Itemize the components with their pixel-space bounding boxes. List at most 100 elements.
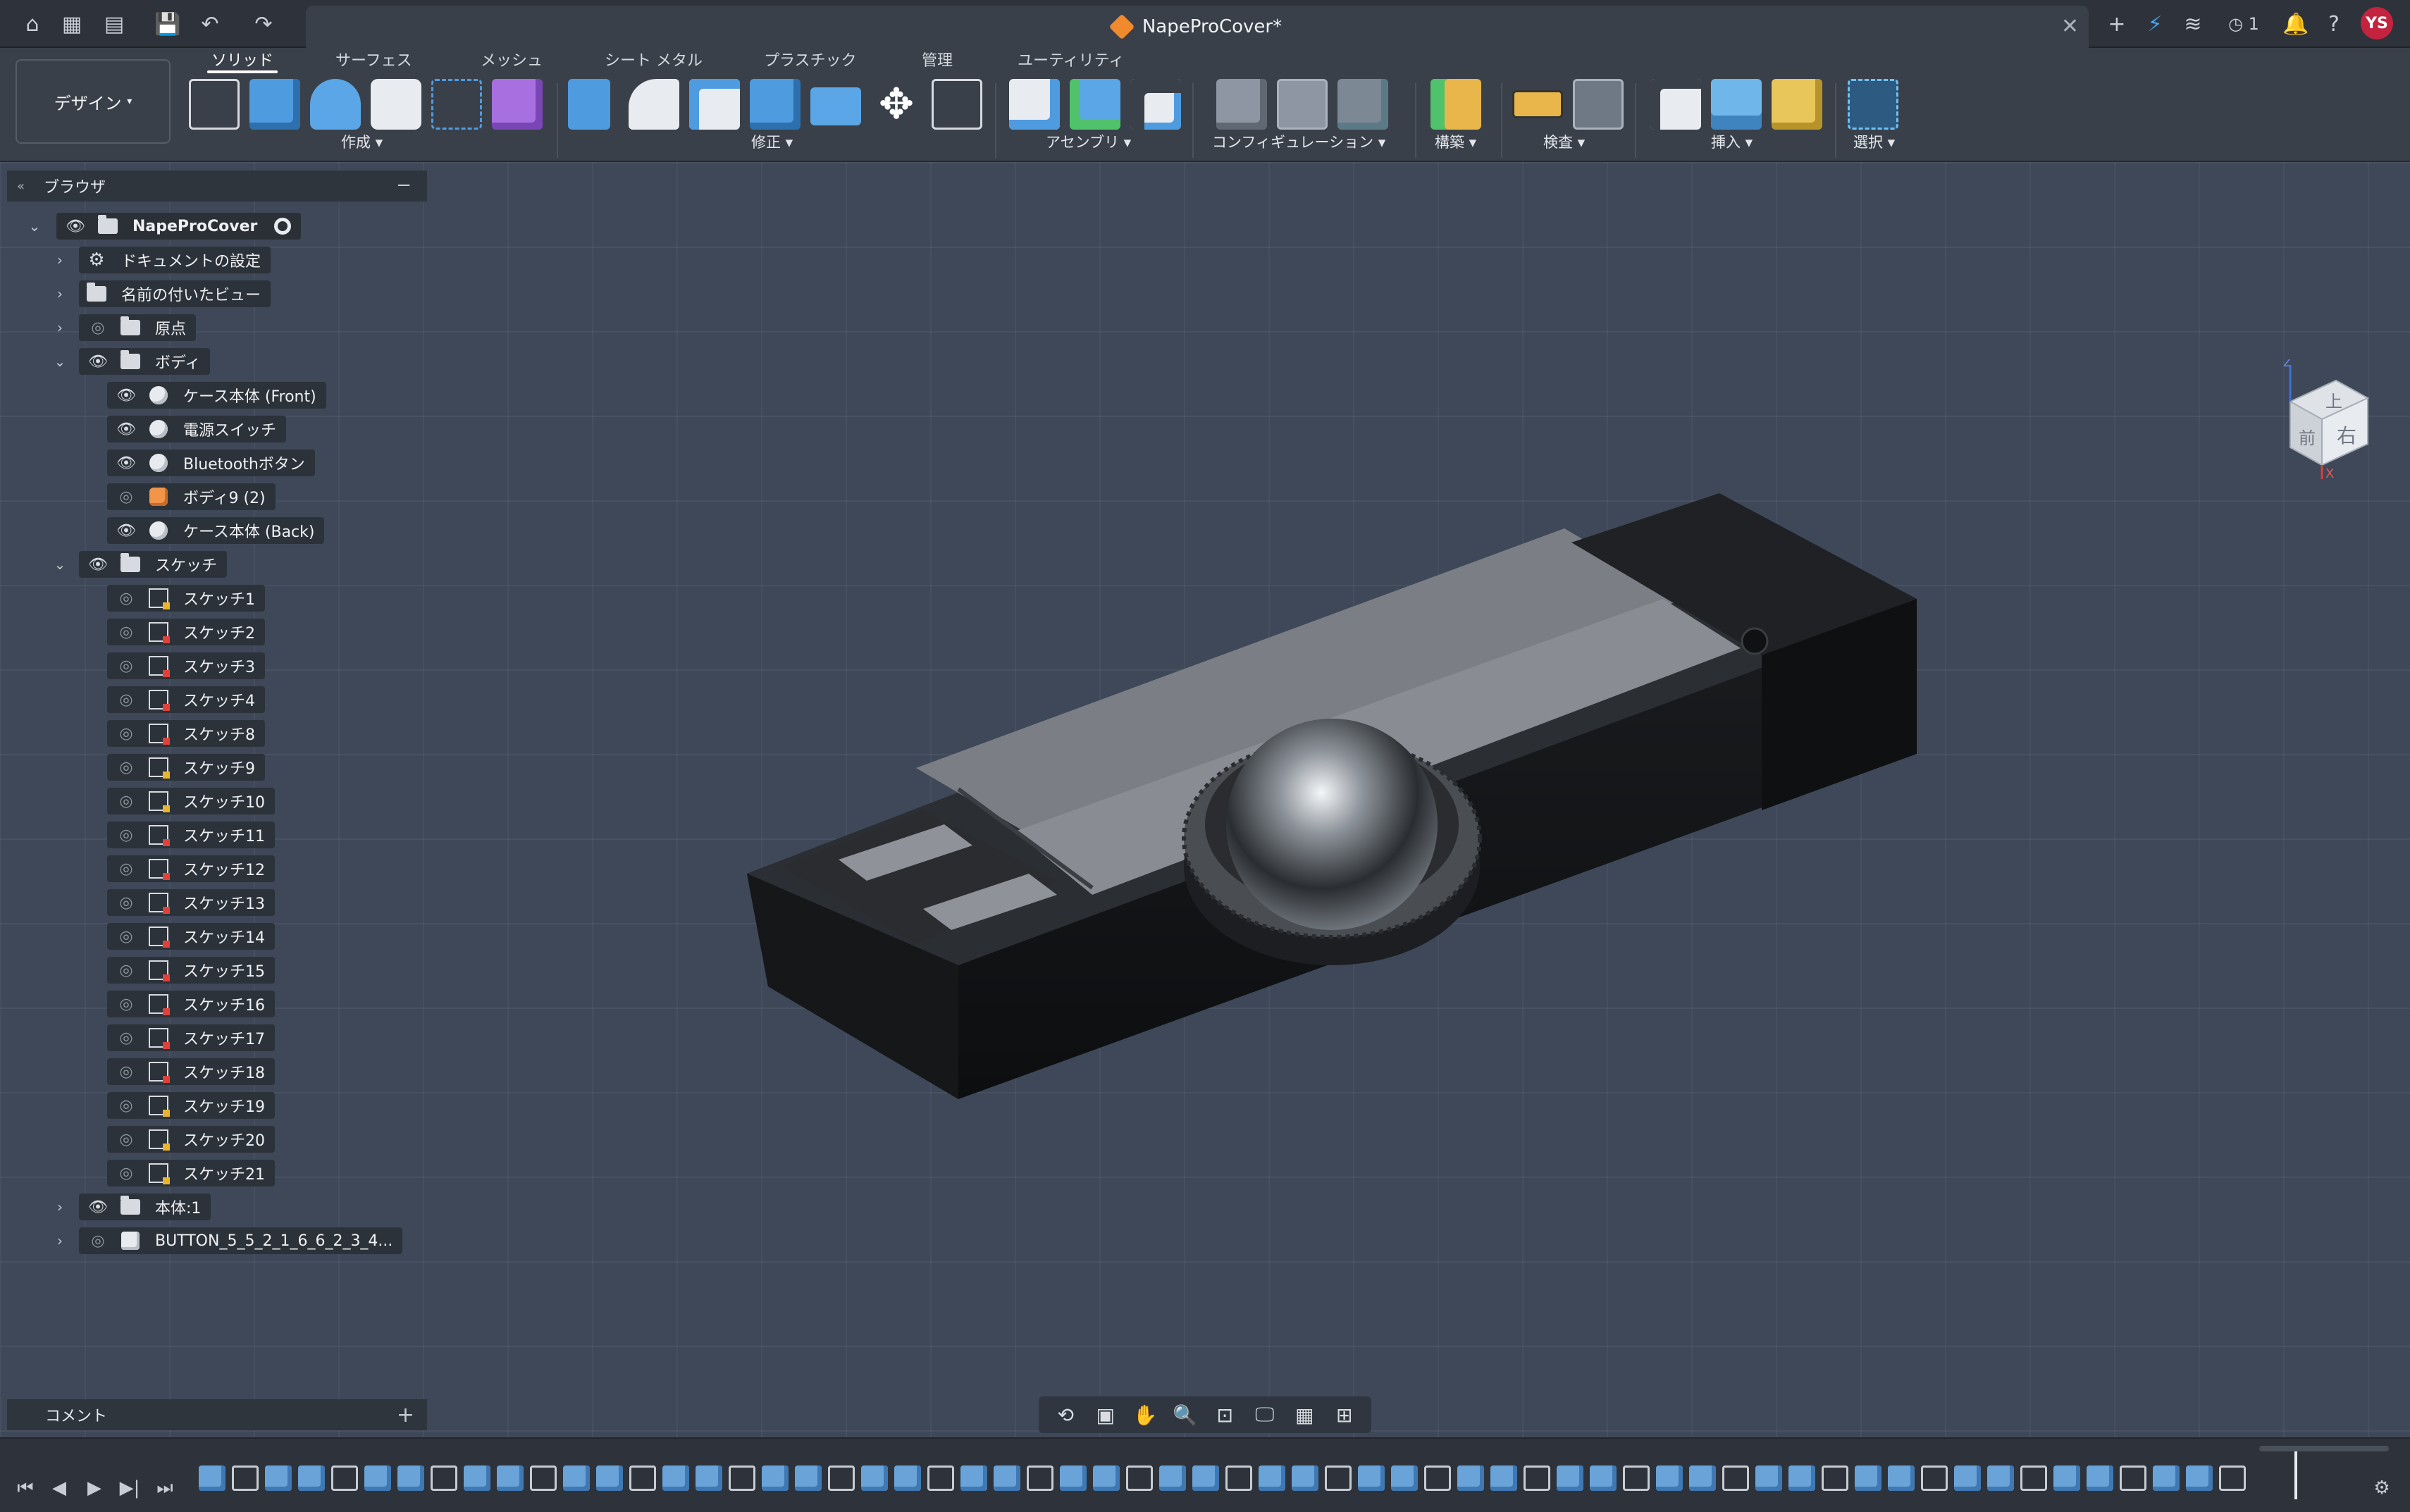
- go-to-start-icon[interactable]: ⏮: [11, 1474, 39, 1502]
- timeline-sketch-feature[interactable]: [2120, 1465, 2146, 1491]
- job-status-icon[interactable]: ≋: [2177, 8, 2208, 39]
- timeline-body-feature[interactable]: [1093, 1465, 1120, 1491]
- configure-icon[interactable]: [1216, 79, 1267, 130]
- timeline-body-feature[interactable]: [1259, 1465, 1285, 1491]
- orbit-icon[interactable]: ⟲: [1050, 1401, 1081, 1429]
- eye-icon[interactable]: 👁: [86, 554, 110, 575]
- sketch-item[interactable]: ◎ スケッチ4: [107, 684, 265, 715]
- sketch-pill[interactable]: ◎ スケッチ15: [107, 957, 275, 984]
- timeline-body-feature[interactable]: [265, 1465, 292, 1491]
- pattern-icon[interactable]: [431, 79, 482, 130]
- timeline-body-feature[interactable]: [1590, 1465, 1617, 1491]
- add-comment-icon[interactable]: +: [397, 1403, 414, 1427]
- timeline-sketch-feature[interactable]: [232, 1465, 259, 1491]
- sketch-item[interactable]: ◎ スケッチ2: [107, 616, 265, 647]
- chevron-down-icon[interactable]: ⌄: [49, 351, 70, 372]
- settings-gear-icon[interactable]: ⚙: [2368, 1474, 2396, 1502]
- sketch-pill[interactable]: ◎ スケッチ3: [107, 652, 265, 679]
- modify-group-label[interactable]: 修正 ▾: [751, 131, 793, 152]
- sketch-item[interactable]: ◎ スケッチ14: [107, 921, 275, 952]
- new-tab-icon[interactable]: +: [2101, 8, 2132, 39]
- body-item[interactable]: 👁 電源スイッチ: [107, 414, 287, 445]
- tab-surface[interactable]: サーフェス: [335, 48, 412, 70]
- timeline-body-feature[interactable]: [1557, 1465, 1583, 1491]
- timeline-body-feature[interactable]: [894, 1465, 921, 1491]
- inspect-group-label[interactable]: 検査 ▾: [1543, 131, 1585, 152]
- timeline-body-feature[interactable]: [662, 1465, 689, 1491]
- timeline-body-feature[interactable]: [364, 1465, 391, 1491]
- shell-icon[interactable]: [689, 79, 740, 130]
- body-item[interactable]: 👁 ケース本体 (Back): [107, 515, 325, 546]
- chevron-right-icon[interactable]: ›: [49, 1196, 70, 1217]
- timeline-sketch-feature[interactable]: [828, 1465, 855, 1491]
- construct-group-label[interactable]: 構築 ▾: [1435, 131, 1476, 152]
- create-group-label[interactable]: 作成 ▾: [341, 131, 383, 152]
- timeline-zoom-slider[interactable]: [2259, 1446, 2389, 1451]
- timeline-body-feature[interactable]: [795, 1465, 822, 1491]
- chevron-right-icon[interactable]: ›: [49, 317, 70, 338]
- eye-hidden-icon[interactable]: ◎: [114, 486, 138, 507]
- timeline-body-feature[interactable]: [1060, 1465, 1087, 1491]
- body-pill[interactable]: ◎ ボディ9 (2): [107, 483, 276, 510]
- bodies-pill[interactable]: 👁 ボディ: [79, 348, 211, 375]
- timeline-body-feature[interactable]: [960, 1465, 987, 1491]
- configuration-group-label[interactable]: コンフィギュレーション ▾: [1212, 131, 1385, 152]
- sketch-item[interactable]: ◎ スケッチ21: [107, 1158, 275, 1189]
- body-pill[interactable]: 👁 ケース本体 (Front): [107, 382, 326, 409]
- eye-hidden-icon[interactable]: ◎: [114, 858, 138, 879]
- eye-icon[interactable]: 👁: [114, 385, 138, 406]
- button-component-pill[interactable]: ◎ BUTTON_5_5_2_1_6_6_2_3_4...: [79, 1227, 403, 1254]
- tree-item-document-settings[interactable]: › ⚙ ドキュメントの設定: [49, 244, 271, 275]
- eye-hidden-icon[interactable]: ◎: [114, 723, 138, 744]
- sketch-item[interactable]: ◎ スケッチ19: [107, 1090, 275, 1121]
- activate-radio-icon[interactable]: [274, 218, 292, 235]
- user-avatar[interactable]: YS: [2361, 7, 2393, 39]
- section-analysis-icon[interactable]: [1573, 79, 1624, 130]
- sketch-pill[interactable]: ◎ スケッチ11: [107, 822, 275, 848]
- eye-hidden-icon[interactable]: ◎: [114, 926, 138, 947]
- timeline-body-feature[interactable]: [497, 1465, 524, 1491]
- body-item[interactable]: 👁 Bluetoothボタン: [107, 447, 315, 478]
- named-views-pill[interactable]: 名前の付いたビュー: [79, 280, 271, 307]
- tab-utilities[interactable]: ユーティリティ: [1018, 48, 1124, 70]
- insert-canvas-icon[interactable]: [1711, 79, 1762, 130]
- tab-manage[interactable]: 管理: [922, 48, 953, 70]
- timeline-sketch-feature[interactable]: [1623, 1465, 1650, 1491]
- body-pill[interactable]: 👁 電源スイッチ: [107, 416, 287, 442]
- root-component[interactable]: 👁 NapeProCover: [56, 213, 302, 240]
- trackball-device[interactable]: [747, 493, 1917, 1099]
- eye-hidden-icon[interactable]: ◎: [114, 993, 138, 1015]
- timeline-body-feature[interactable]: [1987, 1465, 2014, 1491]
- timeline-sketch-feature[interactable]: [2020, 1465, 2047, 1491]
- timeline-body-feature[interactable]: [1391, 1465, 1418, 1491]
- tree-item-origin[interactable]: › ◎ 原点: [49, 312, 197, 343]
- new-component-icon[interactable]: [1009, 79, 1060, 130]
- document-tab[interactable]: NapeProCover* ✕: [306, 6, 2089, 48]
- eye-hidden-icon[interactable]: ◎: [114, 1129, 138, 1150]
- sketch-pill[interactable]: ◎ スケッチ17: [107, 1024, 275, 1051]
- configuration-rule-icon[interactable]: [1337, 79, 1388, 130]
- timeline-body-feature[interactable]: [1855, 1465, 1881, 1491]
- workspace-switcher[interactable]: デザイン ▾: [16, 59, 171, 144]
- timeline-body-feature[interactable]: [1755, 1465, 1782, 1491]
- origin-pill[interactable]: ◎ 原点: [79, 314, 197, 341]
- sketch-pill[interactable]: ◎ スケッチ9: [107, 754, 265, 781]
- timeline-body-feature[interactable]: [1192, 1465, 1219, 1491]
- sketch-pill[interactable]: ◎ スケッチ8: [107, 720, 265, 747]
- eye-hidden-icon[interactable]: ◎: [114, 1027, 138, 1048]
- timeline-body-feature[interactable]: [1159, 1465, 1186, 1491]
- eye-hidden-icon[interactable]: ◎: [114, 892, 138, 913]
- timeline-body-feature[interactable]: [464, 1465, 490, 1491]
- timeline-body-feature[interactable]: [1656, 1465, 1683, 1491]
- eye-icon[interactable]: 👁: [63, 216, 87, 237]
- tree-item-button-component[interactable]: › ◎ BUTTON_5_5_2_1_6_6_2_3_4...: [49, 1225, 403, 1256]
- undo-icon[interactable]: ↶: [194, 8, 225, 39]
- sketch-item[interactable]: ◎ スケッチ18: [107, 1056, 275, 1087]
- timeline-body-feature[interactable]: [2153, 1465, 2180, 1491]
- insert-group-label[interactable]: 挿入 ▾: [1711, 131, 1753, 152]
- timeline-sketch-feature[interactable]: [1424, 1465, 1451, 1491]
- eye-hidden-icon[interactable]: ◎: [114, 588, 138, 609]
- step-back-icon[interactable]: ◀: [45, 1474, 73, 1502]
- close-tab-icon[interactable]: ✕: [2061, 14, 2079, 39]
- sketch-pill[interactable]: ◎ スケッチ2: [107, 619, 265, 645]
